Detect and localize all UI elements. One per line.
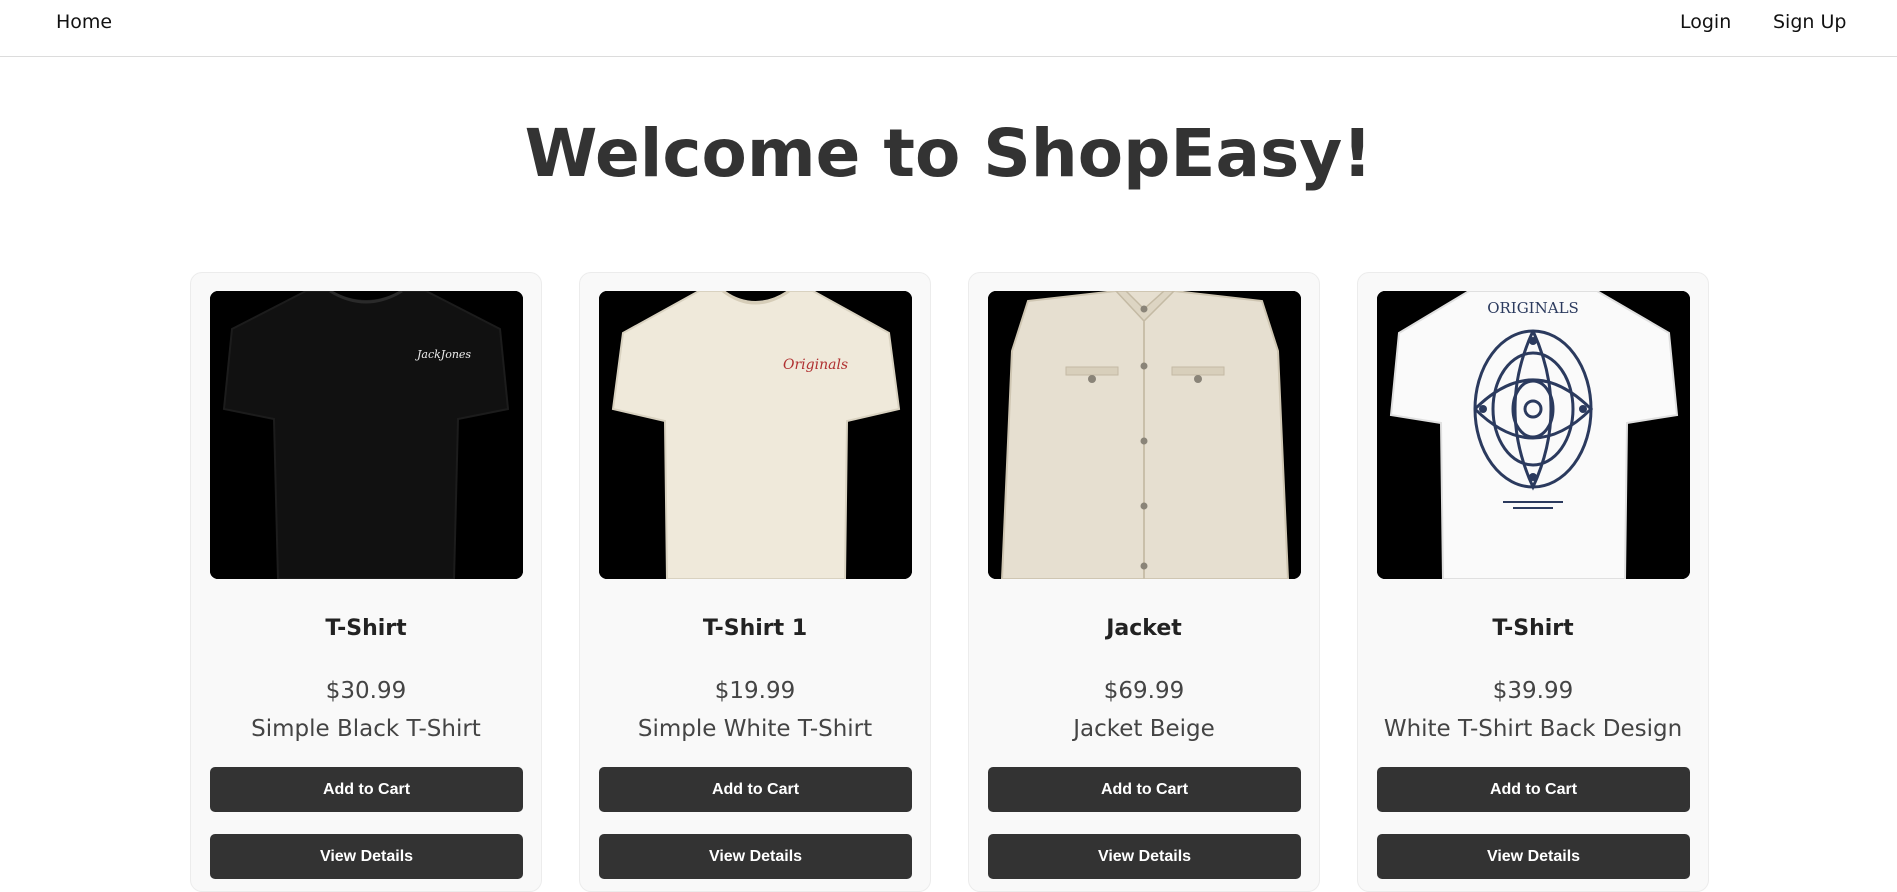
product-description: Simple Black T-Shirt — [251, 716, 481, 742]
add-to-cart-button[interactable]: Add to Cart — [988, 767, 1301, 812]
product-image-white-tshirt-back[interactable]: ORIGINALS — [1377, 291, 1690, 579]
add-to-cart-button[interactable]: Add to Cart — [210, 767, 523, 812]
white-tshirt-image: Originals — [599, 291, 912, 579]
product-card: Jacket $69.99 Jacket Beige Add to Cart V… — [968, 272, 1320, 892]
product-name: T-Shirt — [325, 616, 407, 641]
product-description: Simple White T-Shirt — [637, 716, 873, 742]
top-navbar: Home Login Sign Up — [0, 0, 1897, 57]
product-price: $69.99 — [1103, 678, 1185, 704]
product-description: Jacket Beige — [1073, 716, 1215, 742]
add-to-cart-button[interactable]: Add to Cart — [1377, 767, 1690, 812]
white-tshirt-back-image: ORIGINALS — [1377, 291, 1690, 579]
page-title: Welcome to ShopEasy! — [524, 115, 1373, 192]
tshirt-print-text: Originals — [783, 357, 848, 373]
view-details-button[interactable]: View Details — [210, 834, 523, 879]
product-image-jacket[interactable] — [988, 291, 1301, 579]
tshirt-print-text: ORIGINALS — [1487, 299, 1579, 317]
product-grid: JackJones T-Shirt $30.99 Simple Black T-… — [190, 272, 1710, 892]
product-card: JackJones T-Shirt $30.99 Simple Black T-… — [190, 272, 542, 892]
jacket-image — [988, 291, 1301, 579]
black-tshirt-image: JackJones — [210, 291, 523, 579]
add-to-cart-button[interactable]: Add to Cart — [599, 767, 912, 812]
nav-login-link[interactable]: Login — [1680, 10, 1731, 34]
product-price: $39.99 — [1492, 678, 1574, 704]
product-name: Jacket — [1106, 616, 1182, 641]
nav-home-link[interactable]: Home — [56, 10, 112, 34]
product-name: T-Shirt 1 — [702, 616, 808, 641]
product-card: ORIGINALS T-Shirt $39.99 White T-Shirt B… — [1357, 272, 1709, 892]
product-image-white-tshirt[interactable]: Originals — [599, 291, 912, 579]
view-details-button[interactable]: View Details — [599, 834, 912, 879]
product-name: T-Shirt — [1492, 616, 1574, 641]
product-price: $19.99 — [714, 678, 796, 704]
product-card: Originals T-Shirt 1 $19.99 Simple White … — [579, 272, 931, 892]
nav-signup-link[interactable]: Sign Up — [1773, 10, 1846, 34]
product-image-black-tshirt[interactable]: JackJones — [210, 291, 523, 579]
tshirt-print-text: JackJones — [415, 348, 471, 361]
view-details-button[interactable]: View Details — [1377, 834, 1690, 879]
view-details-button[interactable]: View Details — [988, 834, 1301, 879]
product-price: $30.99 — [325, 678, 407, 704]
product-description: White T-Shirt Back Design — [1383, 716, 1683, 742]
